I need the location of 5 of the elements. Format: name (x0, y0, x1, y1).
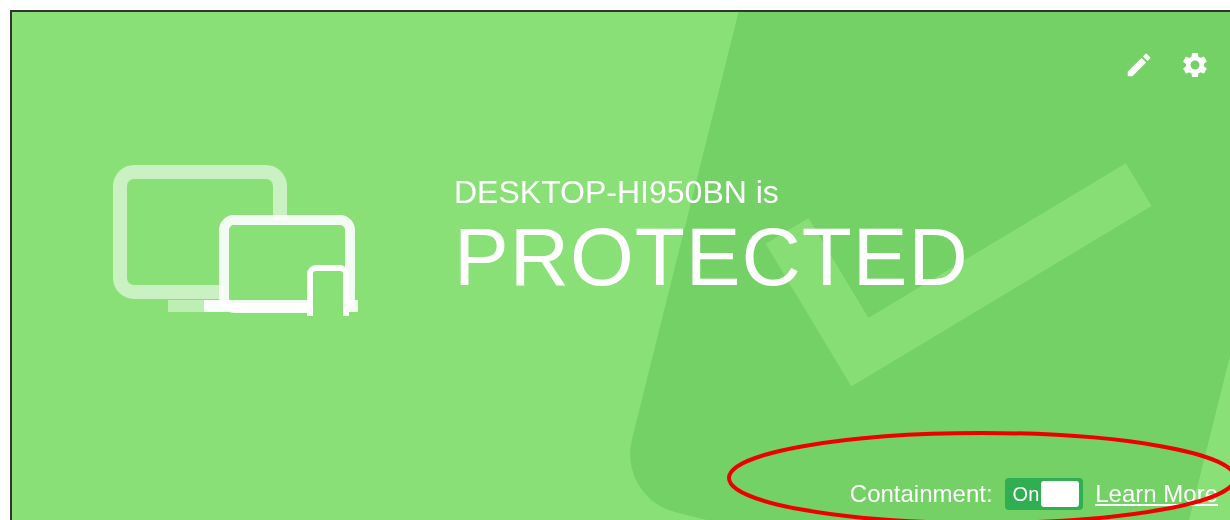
containment-toggle[interactable]: On (1004, 478, 1084, 510)
containment-label: Containment: (849, 479, 993, 509)
protection-status: PROTECTED (454, 212, 969, 302)
settings-icon[interactable] (1180, 50, 1210, 80)
device-name: DESKTOP-HI950BN is (454, 173, 780, 212)
